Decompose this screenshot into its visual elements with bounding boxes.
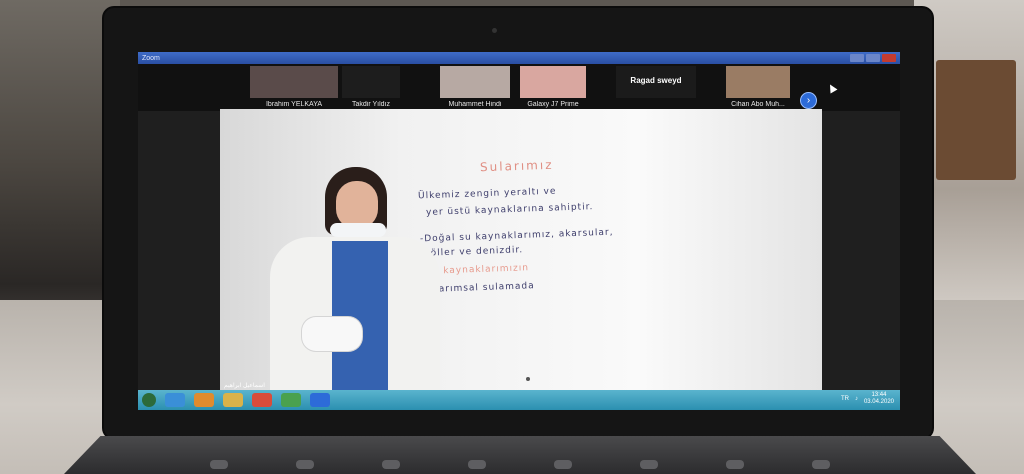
scrub-top — [332, 241, 388, 391]
video-indicator-dot — [526, 377, 530, 381]
maximize-button[interactable] — [866, 54, 880, 62]
participant-video — [726, 66, 790, 98]
participant-video — [440, 66, 510, 98]
start-icon[interactable] — [142, 393, 156, 407]
participant-tile[interactable]: Muhammet Hindi — [440, 66, 510, 108]
participant-name: İbrahim YELKAYA — [265, 101, 323, 108]
participant-tile[interactable]: Takdir Yıldız — [342, 66, 400, 108]
gloved-hand — [302, 317, 362, 351]
board-title: Sularımız — [479, 157, 554, 175]
clock-date: 03.04.2020 — [863, 399, 894, 405]
language-indicator[interactable]: TR — [841, 396, 849, 402]
face — [336, 181, 378, 229]
participant-strip: İbrahim YELKAYA Takdir Yıldız Muhammet H… — [138, 64, 900, 111]
media-icon[interactable] — [194, 393, 214, 407]
close-button[interactable] — [882, 54, 896, 62]
app-icon[interactable] — [281, 393, 301, 407]
clock[interactable]: 13:44 03.04.2020 — [864, 392, 894, 406]
clock-time: 13:44 — [871, 392, 887, 398]
minimize-button[interactable] — [850, 54, 864, 62]
folder-icon[interactable] — [223, 393, 243, 407]
laptop-screen: Zoom İbrahim YELKAYA Takdir Yıldız Muham… — [138, 52, 900, 410]
participant-video — [250, 66, 338, 98]
volume-icon[interactable]: ♪ — [855, 396, 858, 402]
cabinet — [936, 60, 1016, 180]
window-controls — [850, 54, 896, 62]
participant-tile[interactable]: Cihan Abo Muh... — [726, 66, 790, 108]
main-video[interactable]: Sularımız Ülkemiz zengin yeraltı ve yer … — [220, 109, 822, 391]
zoom-icon[interactable] — [310, 393, 330, 407]
face-mask — [330, 223, 386, 237]
taskbar: TR ♪ 13:44 03.04.2020 — [138, 390, 900, 410]
participant-name: Galaxy J7 Prime — [527, 101, 579, 108]
system-tray: TR ♪ 13:44 03.04.2020 — [841, 392, 894, 406]
participant-video — [342, 66, 400, 98]
participant-name: Takdir Yıldız — [352, 101, 390, 108]
window-titlebar: Zoom — [138, 52, 900, 64]
participant-name: Muhammet Hindi — [448, 101, 502, 108]
participant-tile[interactable]: Galaxy J7 Prime — [520, 66, 586, 108]
speaker-caption: اسماعيل ابراهيم — [224, 383, 265, 389]
participant-tile[interactable]: İbrahim YELKAYA — [250, 66, 338, 108]
ie-icon[interactable] — [165, 393, 185, 407]
mouse-cursor-icon — [826, 82, 838, 94]
laptop-keys — [210, 460, 830, 470]
window-title: Zoom — [142, 54, 160, 62]
chevron-right-icon[interactable]: › — [800, 92, 817, 109]
participant-tile[interactable]: Ragad sweyd — [616, 66, 696, 108]
participant-name: Cihan Abo Muh... — [731, 101, 785, 108]
participant-video — [520, 66, 586, 98]
participant-name: Ragad sweyd — [630, 76, 682, 85]
speaker — [250, 167, 440, 391]
webcam — [492, 28, 497, 33]
chrome-icon[interactable] — [252, 393, 272, 407]
